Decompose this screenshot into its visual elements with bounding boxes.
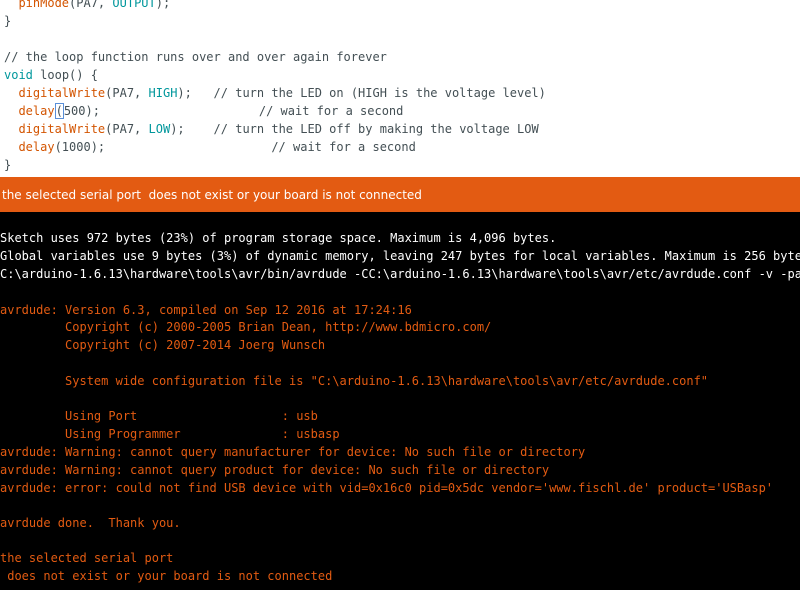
code-comment: // wait for a second bbox=[105, 140, 416, 154]
console-line: avrdude: Version 6.3, compiled on Sep 12… bbox=[0, 303, 412, 317]
code-line: } bbox=[4, 14, 12, 28]
console-line: Global variables use 9 bytes (3%) of dyn… bbox=[0, 249, 800, 263]
code-token-constant: OUTPUT bbox=[112, 0, 156, 10]
error-status-bar: the selected serial port does not exist … bbox=[0, 177, 800, 212]
code-token-function: delay bbox=[18, 104, 55, 118]
code-line: delay(1000); // wait for a second bbox=[4, 138, 416, 156]
console-line: avrdude: Warning: cannot query product f… bbox=[0, 463, 550, 477]
code-line: } bbox=[4, 158, 12, 172]
code-comment: // turn the LED off by making the voltag… bbox=[184, 122, 539, 136]
console-line: C:\arduino-1.6.13\hardware\tools\avr/bin… bbox=[0, 267, 800, 281]
code-token: ); bbox=[155, 0, 171, 10]
code-token: (PA7, bbox=[105, 122, 149, 136]
code-token-function: digitalWrite bbox=[18, 122, 106, 136]
console-line: avrdude: error: could not find USB devic… bbox=[0, 481, 774, 495]
code-token: ( bbox=[55, 104, 63, 118]
console-line: Using Programmer : usbasp bbox=[0, 427, 340, 441]
console-line: avrdude: Warning: cannot query manufactu… bbox=[0, 445, 586, 459]
code-token: () { bbox=[69, 68, 98, 82]
console-line: Sketch uses 972 bytes (23%) of program s… bbox=[0, 231, 557, 245]
code-comment: // wait for a second bbox=[99, 104, 404, 118]
code-line: void loop() { bbox=[4, 66, 98, 84]
code-token-function: loop bbox=[40, 68, 70, 82]
code-comment-line: // the loop function runs over and over … bbox=[4, 50, 387, 64]
code-token: (1000); bbox=[54, 140, 106, 154]
code-token-function: digitalWrite bbox=[18, 86, 106, 100]
code-token-function: pinMode bbox=[18, 0, 70, 10]
code-token-type: void bbox=[4, 68, 33, 82]
console-line: does not exist or your board is not conn… bbox=[0, 569, 333, 583]
code-token: ); bbox=[177, 86, 192, 100]
text-cursor-bracket-match: ( bbox=[54, 103, 64, 119]
code-editor[interactable]: pinMode(PA7, OUTPUT); } // the loop func… bbox=[0, 0, 800, 177]
console-line: avrdude done. Thank you. bbox=[0, 516, 181, 530]
code-token: ); bbox=[170, 122, 185, 136]
console-line: Using Port : usb bbox=[0, 409, 318, 423]
code-line: pinMode(PA7, OUTPUT); bbox=[4, 0, 170, 12]
console-line: the selected serial port bbox=[0, 551, 174, 565]
code-line: digitalWrite(PA7, HIGH); // turn the LED… bbox=[4, 84, 546, 102]
code-comment: // turn the LED on (HIGH is the voltage … bbox=[191, 86, 546, 100]
code-line: digitalWrite(PA7, LOW); // turn the LED … bbox=[4, 120, 539, 138]
status-message: the selected serial port does not exist … bbox=[2, 188, 422, 202]
code-token-constant: LOW bbox=[148, 122, 171, 136]
console-line: Copyright (c) 2007-2014 Joerg Wunsch bbox=[0, 338, 326, 352]
code-token-constant: HIGH bbox=[148, 86, 178, 100]
code-line: delay(500); // wait for a second bbox=[4, 102, 403, 120]
console-line: System wide configuration file is "C:\ar… bbox=[0, 374, 709, 388]
code-token: (PA7, bbox=[69, 0, 113, 10]
code-token: (PA7, bbox=[105, 86, 149, 100]
code-token-function: delay bbox=[18, 140, 55, 154]
code-token: 500); bbox=[63, 104, 100, 118]
console-output[interactable]: Sketch uses 972 bytes (23%) of program s… bbox=[0, 212, 800, 590]
console-line: Copyright (c) 2000-2005 Brian Dean, http… bbox=[0, 320, 492, 334]
arduino-ide-window: pinMode(PA7, OUTPUT); } // the loop func… bbox=[0, 0, 800, 590]
